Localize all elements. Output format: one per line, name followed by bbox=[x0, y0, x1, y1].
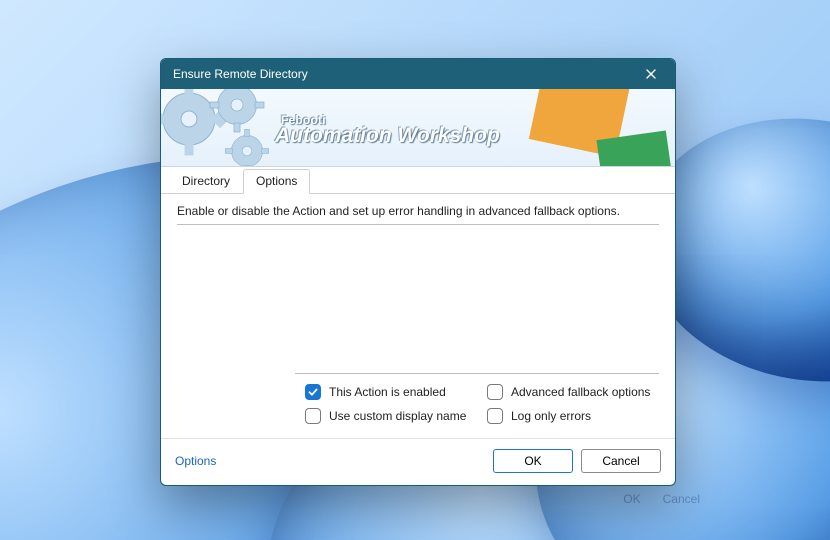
checkbox-label: Use custom display name bbox=[329, 409, 466, 423]
titlebar[interactable]: Ensure Remote Directory bbox=[161, 59, 675, 89]
options-description: Enable or disable the Action and set up … bbox=[177, 204, 659, 225]
dialog-footer: Options OK Cancel bbox=[161, 438, 675, 485]
window-title: Ensure Remote Directory bbox=[173, 67, 637, 81]
background-dialog-hint: OK Cancel bbox=[500, 492, 700, 522]
banner: Febooti Automation Workshop bbox=[161, 89, 675, 167]
checkbox-log-only-errors[interactable]: Log only errors bbox=[487, 408, 659, 424]
brand-name-big: Automation Workshop bbox=[275, 124, 500, 148]
tab-directory[interactable]: Directory bbox=[169, 169, 243, 194]
close-button[interactable] bbox=[637, 63, 665, 85]
tab-content-options: Enable or disable the Action and set up … bbox=[161, 194, 675, 438]
check-icon bbox=[308, 387, 318, 397]
checkbox-advanced-fallback[interactable]: Advanced fallback options bbox=[487, 384, 659, 400]
close-icon bbox=[646, 69, 656, 79]
cancel-button[interactable]: Cancel bbox=[581, 449, 661, 473]
options-link[interactable]: Options bbox=[175, 454, 216, 468]
ok-button[interactable]: OK bbox=[493, 449, 573, 473]
tabstrip: Directory Options bbox=[161, 167, 675, 194]
tab-options[interactable]: Options bbox=[243, 169, 310, 194]
checkbox-custom-display-name[interactable]: Use custom display name bbox=[305, 408, 477, 424]
checkbox-action-enabled[interactable]: This Action is enabled bbox=[305, 384, 477, 400]
checkbox-label: Advanced fallback options bbox=[511, 385, 650, 399]
dialog-ensure-remote-directory: Ensure Remote Directory bbox=[160, 58, 676, 486]
checkbox-label: This Action is enabled bbox=[329, 385, 446, 399]
checkbox-label: Log only errors bbox=[511, 409, 591, 423]
